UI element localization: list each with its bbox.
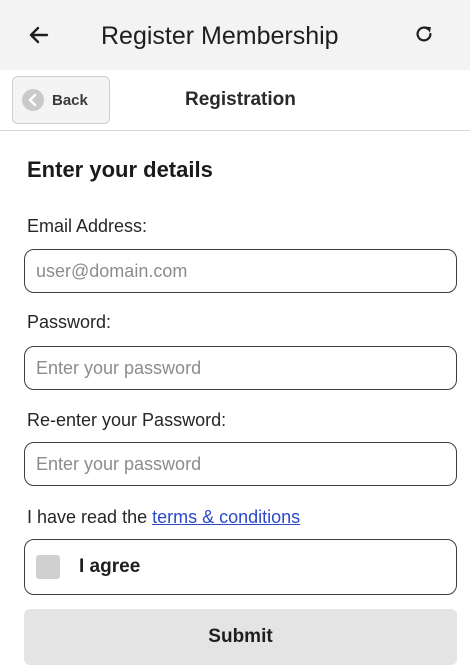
back-button[interactable]: Back <box>12 76 110 124</box>
app-bar: Register Membership <box>0 0 470 70</box>
agree-checkbox[interactable] <box>36 555 60 579</box>
sub-header: Back Registration <box>0 70 470 131</box>
terms-link[interactable]: terms & conditions <box>152 507 300 527</box>
submit-button[interactable]: Submit <box>24 609 457 665</box>
password-confirm-field[interactable]: Enter your password <box>24 442 457 486</box>
email-label: Email Address: <box>27 216 148 236</box>
password-label: Password: <box>27 312 112 332</box>
password-placeholder: Enter your password <box>36 357 202 378</box>
email-placeholder: user@domain.com <box>36 260 188 281</box>
app-bar-title: Register Membership <box>101 22 339 50</box>
password-confirm-label: Re-enter your Password: <box>27 410 227 430</box>
agree-label: I agree <box>79 556 141 577</box>
form-heading: Enter your details <box>27 157 213 182</box>
password-confirm-placeholder: Enter your password <box>36 453 202 474</box>
password-field[interactable]: Enter your password <box>24 346 457 390</box>
page-title: Registration <box>185 89 296 110</box>
back-circle-icon <box>22 89 44 111</box>
refresh-icon[interactable] <box>408 18 440 50</box>
email-field[interactable]: user@domain.com <box>24 249 457 293</box>
agree-checkbox-row[interactable]: I agree <box>24 539 457 595</box>
back-button-label: Back <box>52 91 88 109</box>
terms-prefix: I have read the <box>27 507 153 527</box>
terms-text: I have read the terms & conditions <box>27 507 300 528</box>
arrow-left-icon[interactable] <box>24 20 54 50</box>
